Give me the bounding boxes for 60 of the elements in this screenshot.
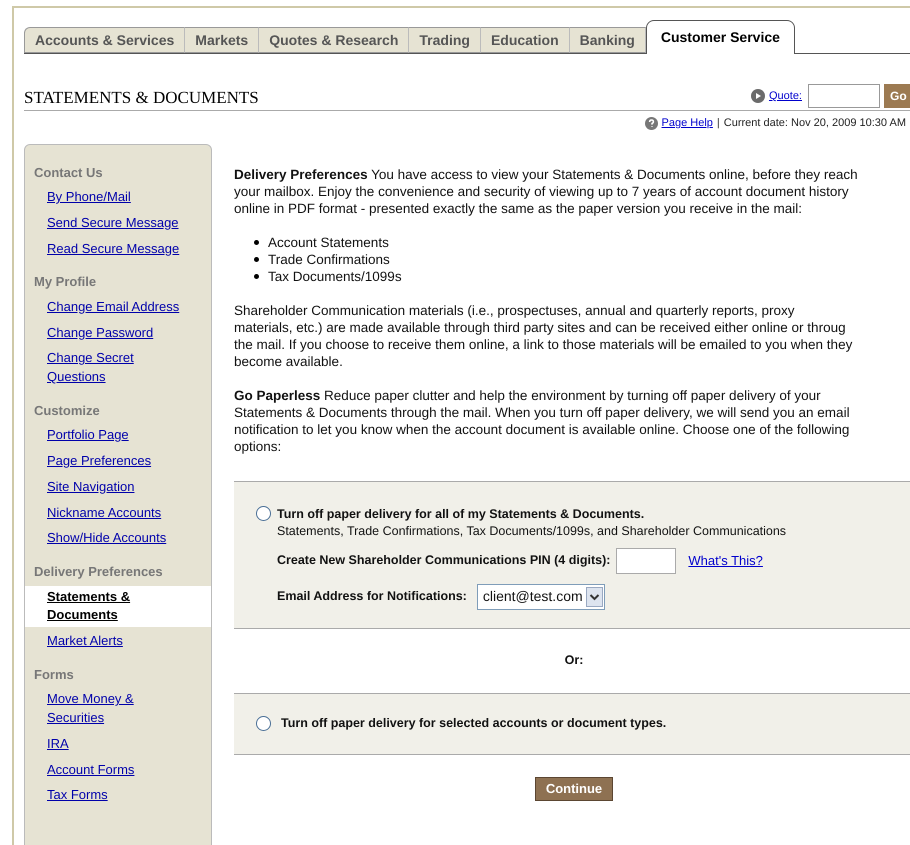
bullet-item: Account Statements	[268, 234, 389, 250]
continue-button[interactable]: Continue	[534, 776, 614, 800]
pin-label: Create New Shareholder Communications PIN (4 digits):	[277, 552, 610, 570]
shareholder-paragraph: Shareholder Communication materials (i.e., prospectuses, annual and quarterly reports, proxy materials, etc.) are made available through third party sites and can be received either online or throug the mail. If you choose to receive them online, a link to those materials will be emailed to you when they become available.	[234, 302, 854, 370]
sidebar-item[interactable]: Read Secure Message	[25, 238, 211, 260]
sidebar-item[interactable]: Statements & Documents	[25, 586, 211, 627]
page-title: STATEMENTS & DOCUMENTS	[24, 88, 259, 108]
sidebar-item[interactable]: Change Password	[25, 322, 211, 344]
current-date: Current date: Nov 20, 2009 10:30 AM	[724, 116, 906, 131]
bullet-icon	[254, 274, 259, 278]
bullet-icon	[254, 240, 259, 244]
sidebar-heading: Contact Us	[33, 164, 104, 182]
nav-tab[interactable]: Education	[480, 27, 570, 53]
sidebar-heading: Forms	[33, 666, 75, 684]
separator: |	[716, 116, 720, 131]
email-select[interactable]: client@test.com	[476, 584, 605, 610]
help-icon	[644, 116, 658, 130]
sidebar-item[interactable]: By Phone/Mail	[25, 186, 211, 209]
sidebar-item[interactable]: IRA	[25, 732, 211, 756]
option-detail: Statements, Trade Confirmations, Tax Documents/1099s, and Shareholder Communications	[277, 522, 786, 540]
paperless-paragraph: Go Paperless Reduce paper clutter and help the environment by turning off paper delivery of your Statements & Documents through the mail. When you turn off paper delivery, we will send you an email notification to let you know when the account document is available online. Choose one of the following options:	[234, 386, 851, 454]
sidebar-heading: My Profile	[33, 273, 98, 292]
sidebar-item[interactable]: Market Alerts	[25, 630, 211, 653]
sidebar-item[interactable]: Page Preferences	[25, 450, 211, 473]
sidebar-item[interactable]: Change Email Address	[25, 296, 211, 318]
whats-this-link[interactable]: What's This?	[688, 550, 763, 570]
sidebar-item[interactable]: Account Forms	[25, 758, 211, 782]
sidebar-item[interactable]: Change Secret Questions	[25, 347, 211, 389]
bullet-icon	[254, 256, 259, 262]
pin-field[interactable]	[616, 548, 676, 574]
sidebar-item[interactable]: Show/Hide Accounts	[25, 527, 211, 550]
nav-tab[interactable]: Customer Service	[646, 20, 795, 54]
dropdown-caret-icon	[586, 586, 603, 606]
quote-link[interactable]: Quote:	[768, 88, 802, 104]
email-label: Email Address for Notifications:	[277, 588, 467, 606]
radio-button[interactable]	[256, 506, 271, 520]
nav-tab[interactable]: Trading	[409, 27, 481, 53]
option-label: Turn off paper delivery for all of my Statements & Documents.	[277, 506, 646, 522]
nav-tab[interactable]: Banking	[570, 27, 646, 53]
sidebar-item[interactable]: Portfolio Page	[25, 424, 211, 447]
radio-button[interactable]	[256, 716, 271, 731]
page-help-link[interactable]: Page Help	[662, 115, 713, 132]
sidebar-item[interactable]: Send Secure Message	[25, 212, 211, 234]
play-icon	[750, 89, 765, 103]
bullet-item: Trade Confirmations	[268, 250, 390, 268]
go-button[interactable]: Go	[884, 84, 910, 108]
nav-tab[interactable]: Accounts & Services	[24, 27, 186, 53]
option-label: Turn off paper delivery for selected accounts or document types.	[281, 715, 666, 732]
intro-paragraph: Delivery Preferences You have access to view your Statements & Documents online, before they reach your mailbox. Enjoy the convenience and security of viewing up to 7 years of account document history online in PDF format - presented exactly the same as the paper version you receive in the mail:	[234, 166, 859, 216]
sidebar-item[interactable]: Nickname Accounts	[25, 502, 211, 524]
nav-tab[interactable]: Markets	[185, 27, 260, 53]
sidebar-item[interactable]: Site Navigation	[25, 476, 211, 498]
sidebar-heading: Delivery Preferences	[33, 563, 164, 581]
quote-field[interactable]	[808, 84, 880, 108]
nav-tab[interactable]: Quotes & Research	[259, 27, 410, 53]
or-label: Or:	[564, 652, 584, 670]
sidebar-item[interactable]: Tax Forms	[25, 784, 211, 807]
sidebar-heading: Customize	[33, 402, 101, 420]
bullet-item: Tax Documents/1099s	[268, 268, 402, 284]
sidebar-item[interactable]: Move Money & Securities	[25, 688, 211, 730]
